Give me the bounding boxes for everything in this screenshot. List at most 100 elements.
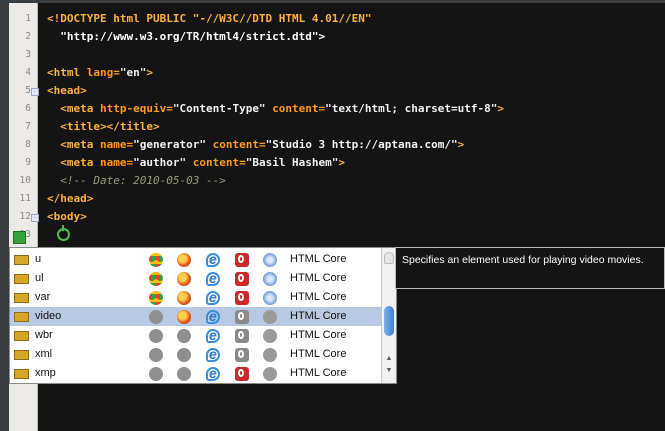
chrome-icon xyxy=(149,329,163,343)
text-cursor-icon xyxy=(57,225,70,241)
code-line[interactable]: <head> xyxy=(47,82,87,100)
safari-icon xyxy=(263,329,277,343)
code-line[interactable]: <html lang="en"> xyxy=(47,64,153,82)
firefox-icon xyxy=(177,329,191,343)
assist-item-label: var xyxy=(35,291,51,303)
scrollbar-top-cap xyxy=(384,252,394,264)
assist-item-category: HTML Core xyxy=(290,272,347,284)
documentation-tooltip: Specifies an element used for playing vi… xyxy=(395,247,665,289)
line-number: 9 xyxy=(25,157,31,168)
assist-item-category: HTML Core xyxy=(290,329,347,341)
code-token: <meta xyxy=(47,102,100,115)
code-token: <html xyxy=(47,66,87,79)
code-token: <title></title> xyxy=(47,120,160,133)
assist-item-ul[interactable]: ul HTML Core xyxy=(10,269,382,288)
code-token: <body> xyxy=(47,210,87,223)
line-number: 1 xyxy=(25,13,31,24)
code-line[interactable]: "http://www.w3.org/TR/html4/strict.dtd"> xyxy=(47,28,325,46)
line-number: 5 xyxy=(25,85,31,96)
current-line-marker xyxy=(13,231,26,244)
code-token: content= xyxy=(192,156,246,169)
opera-icon xyxy=(235,329,249,343)
code-token: <meta xyxy=(47,156,100,169)
code-token: content= xyxy=(212,138,266,151)
line-number: 4 xyxy=(25,67,31,78)
opera-icon xyxy=(235,253,249,267)
code-token: "author" xyxy=(133,156,193,169)
chrome-icon xyxy=(149,272,163,286)
line-number: 3 xyxy=(25,49,31,60)
assist-scrollbar[interactable]: ▲ ▼ xyxy=(381,248,396,383)
code-line[interactable]: <meta name="generator" content="Studio 3… xyxy=(47,136,464,154)
code-token: "generator" xyxy=(133,138,213,151)
code-token: content= xyxy=(272,102,326,115)
html-element-icon xyxy=(14,274,29,284)
assist-item-label: video xyxy=(35,310,62,322)
code-line[interactable]: <meta http-equiv="Content-Type" content=… xyxy=(47,100,504,118)
ie-icon xyxy=(206,308,220,324)
firefox-icon xyxy=(177,367,191,381)
fold-toggle-icon[interactable]: - xyxy=(31,88,39,96)
ie-icon xyxy=(206,346,220,362)
code-line[interactable]: <!-- Date: 2010-05-03 --> xyxy=(47,172,226,190)
code-token: http-equiv= xyxy=(99,102,173,115)
code-token: > xyxy=(497,102,504,115)
fold-toggle-icon[interactable]: - xyxy=(31,214,39,222)
assist-item-u[interactable]: u HTML Core xyxy=(10,250,382,269)
chrome-icon xyxy=(149,348,163,362)
ie-icon xyxy=(206,270,220,286)
ie-icon xyxy=(206,365,220,381)
tooltip-text: Specifies an element used for playing vi… xyxy=(402,254,644,266)
html-element-icon xyxy=(14,331,29,341)
safari-icon xyxy=(263,291,277,305)
code-token: "Basil Hashem" xyxy=(245,156,339,169)
assist-item-category: HTML Core xyxy=(290,253,347,265)
opera-icon xyxy=(235,348,249,362)
code-line[interactable]: <title></title> xyxy=(47,118,160,136)
safari-icon xyxy=(263,367,277,381)
chrome-icon xyxy=(149,310,163,324)
scrollbar-thumb[interactable] xyxy=(384,306,394,336)
assist-item-video[interactable]: video HTML Core xyxy=(10,307,382,326)
code-token: "text/html; charset=utf-8" xyxy=(325,102,498,115)
line-number: 2 xyxy=(25,31,31,42)
ie-icon xyxy=(206,327,220,343)
code-token: <head> xyxy=(47,84,87,97)
assist-item-category: HTML Core xyxy=(290,367,347,379)
firefox-icon xyxy=(177,272,191,286)
code-token: "en" xyxy=(119,66,147,79)
scroll-up-arrow-icon[interactable]: ▲ xyxy=(382,353,396,365)
assist-item-var[interactable]: var HTML Core xyxy=(10,288,382,307)
firefox-icon xyxy=(177,253,191,267)
assist-item-category: HTML Core xyxy=(290,291,347,303)
code-token: "Content-Type" xyxy=(172,102,273,115)
safari-icon xyxy=(263,348,277,362)
scroll-down-arrow-icon[interactable]: ▼ xyxy=(382,365,396,377)
content-assist-popup[interactable]: ▲ ▼ u HTML Core ul HTML Core var HTML Core vid… xyxy=(9,247,397,384)
code-line[interactable]: <!DOCTYPE html PUBLIC "-//W3C//DTD HTML … xyxy=(47,10,372,28)
code-line[interactable]: <body> xyxy=(47,208,87,226)
code-token: name= xyxy=(99,138,134,151)
html-element-icon xyxy=(14,255,29,265)
html-element-icon xyxy=(14,369,29,379)
opera-icon xyxy=(235,272,249,286)
html-element-icon xyxy=(14,293,29,303)
code-line[interactable]: </head> xyxy=(47,190,93,208)
assist-item-label: ul xyxy=(35,272,44,284)
assist-item-xmp[interactable]: xmp HTML Core xyxy=(10,364,382,383)
assist-item-label: u xyxy=(35,253,42,265)
assist-item-label: xmp xyxy=(35,367,56,379)
assist-item-label: wbr xyxy=(35,329,53,341)
line-number: 7 xyxy=(25,121,31,132)
assist-item-wbr[interactable]: wbr HTML Core xyxy=(10,326,382,345)
code-token: > xyxy=(457,138,465,151)
line-number: 8 xyxy=(25,139,31,150)
safari-icon xyxy=(263,272,277,286)
line-number: 11 xyxy=(19,193,31,204)
code-token: lang= xyxy=(86,66,120,79)
safari-icon xyxy=(263,310,277,324)
assist-item-category: HTML Core xyxy=(290,348,347,360)
code-token: name= xyxy=(99,156,134,169)
assist-item-xml[interactable]: xml HTML Core xyxy=(10,345,382,364)
code-line[interactable]: <meta name="author" content="Basil Hashe… xyxy=(47,154,345,172)
